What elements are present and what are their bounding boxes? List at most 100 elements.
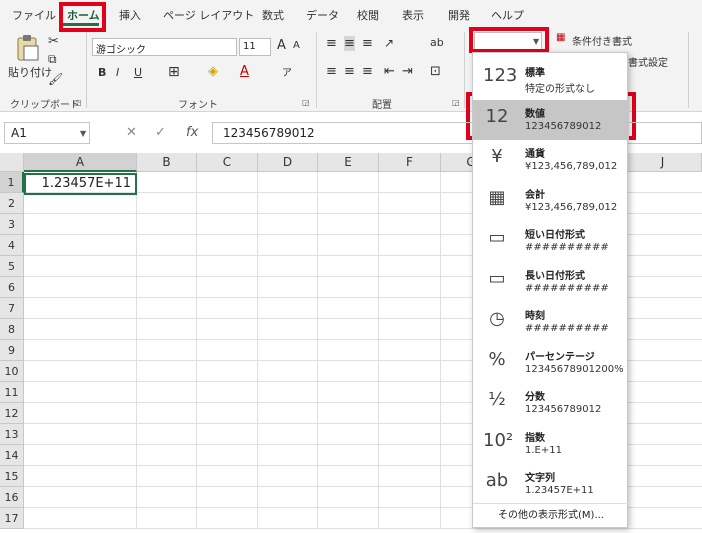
row-header[interactable]: 12 [0,403,24,424]
row-header[interactable]: 17 [0,508,24,529]
format-option-short-date[interactable]: ▭ 短い日付形式 ########## [473,221,629,261]
fill-color-icon[interactable]: ◈ [208,64,218,79]
format-option-label: パーセンテージ [525,351,595,363]
grid-row-line [24,528,702,529]
tab-insert[interactable]: 挿入 [119,7,141,23]
tab-data[interactable]: データ [306,7,339,23]
font-launcher-icon[interactable]: ◲ [302,98,310,107]
row-header[interactable]: 6 [0,277,24,298]
clipboard-launcher-icon[interactable]: ◲ [74,98,82,107]
column-header-f[interactable]: F [379,153,441,172]
format-option-general[interactable]: 123 標準 特定の形式なし [473,59,629,99]
align-middle-icon[interactable]: ≡ [344,36,355,51]
active-tab-underline [63,23,99,26]
font-size-select[interactable]: 11 [239,38,271,56]
row-header[interactable]: 4 [0,235,24,256]
format-option-long-date[interactable]: ▭ 長い日付形式 ########## [473,262,629,302]
format-option-label: 文字列 [525,473,555,484]
bold-button[interactable]: B [98,66,106,79]
conditional-format-icon[interactable]: ▦ [556,32,565,43]
grid-column-line [136,172,137,529]
format-option-time[interactable]: ◷ 時刻 ########## [473,302,629,342]
name-box[interactable]: A1 [4,122,90,144]
chevron-down-icon[interactable]: ▼ [80,129,86,138]
column-header-j[interactable]: J [624,153,702,172]
format-option-scientific[interactable]: 10² 指数 1.E+11 [473,424,629,464]
column-header-a[interactable]: A [24,153,137,172]
row-header[interactable]: 14 [0,445,24,466]
tab-view[interactable]: 表示 [402,7,424,23]
tab-page-layout[interactable]: ページ レイアウト [163,7,254,23]
row-header[interactable]: 11 [0,382,24,403]
tab-help[interactable]: ヘルプ [491,7,524,23]
column-header-b[interactable]: B [137,153,197,172]
row-header[interactable]: 2 [0,193,24,214]
underline-button[interactable]: U [134,66,142,79]
paste-button[interactable]: 貼り付け [8,64,52,80]
format-option-text[interactable]: ab 文字列 1.23457E+11 [473,464,629,504]
align-left-icon[interactable]: ≡ [326,64,337,79]
row-header[interactable]: 15 [0,466,24,487]
insert-function-icon[interactable]: fx [186,125,198,140]
wrap-text-icon[interactable]: ab [430,36,444,49]
align-bottom-icon[interactable]: ≡ [362,36,373,51]
copy-icon[interactable]: ⧉ [48,52,57,67]
phonetic-icon[interactable]: ア [282,64,292,79]
cut-icon[interactable]: ✂ [48,34,59,49]
format-option-fraction[interactable]: ½ 分数 123456789012 [473,383,629,423]
tab-review[interactable]: 校閲 [357,7,379,23]
orientation-icon[interactable]: ↗ [384,36,394,50]
merge-center-icon[interactable]: ⊡ [430,64,441,79]
format-option-number[interactable]: 12 数値 123456789012 [473,99,629,140]
row-header[interactable]: 16 [0,487,24,508]
format-painter-icon[interactable]: 🖌 [48,72,63,86]
tab-developer[interactable]: 開発 [448,7,470,23]
indent-icon[interactable]: ⇤ [384,64,395,79]
border-icon[interactable]: ⊞ [168,64,180,80]
row-header[interactable]: 7 [0,298,24,319]
table-format-button[interactable]: 書式設定 [628,54,668,69]
format-option-sample: 1.E+11 [525,444,562,456]
column-header-c[interactable]: C [197,153,258,172]
grow-font-button[interactable]: A [277,38,286,53]
enter-icon[interactable]: ✓ [155,125,166,140]
column-header-d[interactable]: D [258,153,318,172]
align-top-icon[interactable]: ≡ [326,36,337,51]
row-header[interactable]: 5 [0,256,24,277]
column-header-e[interactable]: E [318,153,379,172]
select-all-corner[interactable] [0,153,24,172]
outdent-icon[interactable]: ⇥ [402,64,413,79]
cancel-icon[interactable]: ✕ [126,125,137,140]
font-family-select[interactable]: 游ゴシック [92,38,237,56]
tab-file[interactable]: ファイル [12,7,56,23]
row-header[interactable]: 9 [0,340,24,361]
align-center-icon[interactable]: ≡ [344,64,355,79]
alignment-launcher-icon[interactable]: ◲ [452,98,460,107]
row-header[interactable]: 1 [0,172,24,193]
format-option-currency[interactable]: ¥ 通貨 ¥123,456,789,012 [473,140,629,180]
chevron-down-icon[interactable]: ▼ [533,37,539,46]
conditional-format-button[interactable]: 条件付き書式 [572,33,632,48]
format-option-accounting[interactable]: ▦ 会計 ¥123,456,789,012 [473,181,629,221]
tab-home[interactable]: ホーム [67,7,100,23]
tab-formulas[interactable]: 数式 [262,7,284,23]
format-option-sample: 12345678901200% [525,363,624,375]
format-option-percentage[interactable]: % パーセンテージ 12345678901200% [473,343,629,383]
row-header[interactable]: 8 [0,319,24,340]
row-header[interactable]: 13 [0,424,24,445]
font-color-icon[interactable]: A [240,64,249,79]
fraction-icon: ½ [488,389,506,410]
paste-icon[interactable] [14,34,40,62]
align-right-icon[interactable]: ≡ [362,64,373,79]
shrink-font-button[interactable]: A [293,40,300,51]
more-number-formats-button[interactable]: その他の表示形式(M)... [473,503,629,527]
accounting-icon: ▦ [488,186,506,208]
row-header[interactable]: 10 [0,361,24,382]
format-option-label: 指数 [525,432,545,444]
cell-a1[interactable]: 1.23457E+11 [24,173,137,195]
number-format-select[interactable] [474,32,542,50]
grid-column-line [257,172,258,529]
currency-icon: ¥ [491,146,503,167]
italic-button[interactable]: I [116,66,119,79]
row-header[interactable]: 3 [0,214,24,235]
